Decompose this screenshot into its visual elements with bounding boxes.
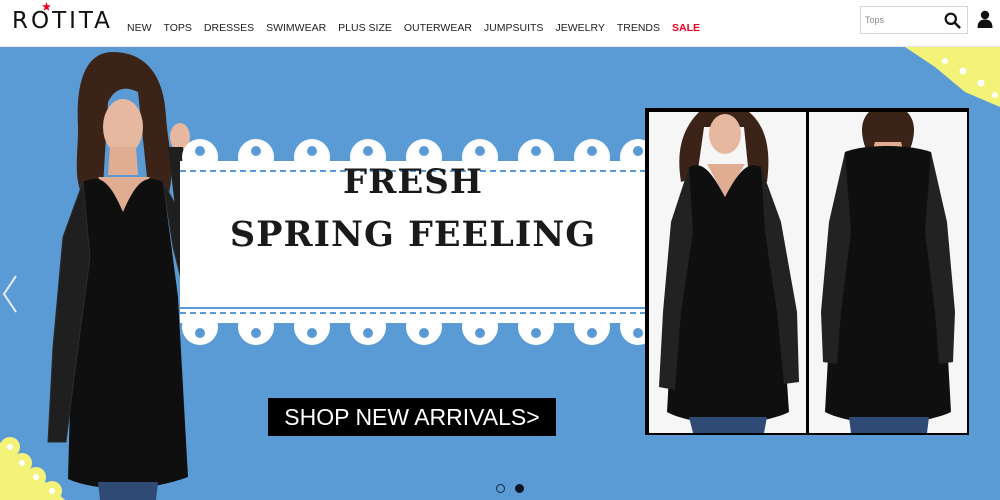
nav-item-tops[interactable]: TOPS xyxy=(164,21,192,35)
site-header: ROTITA NEW TOPS DRESSES SWIMWEAR PLUS SI… xyxy=(0,0,1000,47)
carousel-dot-2[interactable] xyxy=(515,484,524,493)
headline-line-2: SPRING FEELING xyxy=(229,214,597,255)
nav-item-new[interactable]: NEW xyxy=(127,21,152,35)
main-nav: NEW TOPS DRESSES SWIMWEAR PLUS SIZE OUTE… xyxy=(127,21,712,35)
carousel-dot-1[interactable] xyxy=(496,484,505,493)
nav-item-swimwear[interactable]: SWIMWEAR xyxy=(266,21,326,35)
search-input[interactable] xyxy=(865,11,945,29)
nav-item-outerwear[interactable]: OUTERWEAR xyxy=(404,21,472,35)
nav-item-plus-size[interactable]: PLUS SIZE xyxy=(338,21,392,35)
carousel-dots xyxy=(496,484,534,493)
headline-line-1: FRESH xyxy=(343,162,483,202)
nav-item-dresses[interactable]: DRESSES xyxy=(204,21,254,35)
search-box xyxy=(860,6,968,34)
headline-card: FRESH SPRING FEELING xyxy=(180,127,646,357)
lace-decoration-top-right xyxy=(905,47,1000,107)
lace-border-bottom xyxy=(180,309,646,345)
logo-star-icon xyxy=(42,2,51,11)
nav-item-sale[interactable]: SALE xyxy=(672,21,700,35)
nav-item-jumpsuits[interactable]: JUMPSUITS xyxy=(484,21,544,35)
product-photo-back[interactable] xyxy=(809,112,967,433)
nav-item-jewelry[interactable]: JEWELRY xyxy=(555,21,604,35)
user-icon[interactable] xyxy=(977,10,993,28)
nav-item-trends[interactable]: TRENDS xyxy=(617,21,660,35)
product-photo-panel[interactable] xyxy=(645,108,969,435)
chevron-left-icon[interactable] xyxy=(0,272,22,316)
product-photo-front[interactable] xyxy=(649,112,806,433)
search-icon[interactable] xyxy=(944,12,961,29)
brand-logo[interactable]: ROTITA xyxy=(12,8,113,34)
hero-banner[interactable]: FRESH SPRING FEELING SHOP NEW ARRIVALS> xyxy=(0,47,1000,500)
shop-new-arrivals-button[interactable]: SHOP NEW ARRIVALS> xyxy=(268,398,556,436)
